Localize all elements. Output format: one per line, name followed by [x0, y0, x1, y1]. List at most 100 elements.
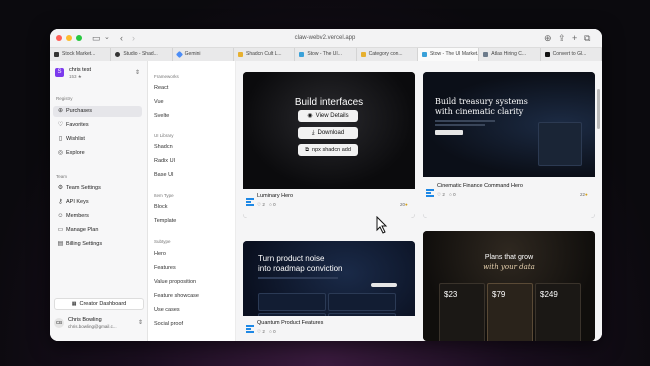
pricing-tier-card: $79	[487, 283, 533, 341]
preview-panel	[538, 122, 582, 166]
main-scrollbar[interactable]	[597, 89, 600, 129]
card-preview: Build treasury systems with cinematic cl…	[423, 72, 595, 177]
address-bar[interactable]: claw-webv2.vercel.app	[250, 33, 400, 43]
chevron-down-icon[interactable]: ⌄	[104, 32, 110, 44]
card-preview: Build interfaces ◉ View Details ⤓ Download…	[243, 72, 415, 189]
copy-icon: ⧉	[305, 147, 310, 153]
minimize-window-button[interactable]	[66, 35, 72, 41]
sidebar-toggle-icon[interactable]: ▭	[92, 32, 101, 44]
pricing-tier-card: $23	[439, 283, 485, 341]
filter-option[interactable]: Feature showcase	[154, 293, 199, 299]
new-tab-icon[interactable]: +	[572, 32, 577, 44]
card-price: 22●	[580, 192, 588, 197]
download-button[interactable]: ⤓ Download	[298, 127, 358, 139]
forward-icon[interactable]: ›	[132, 32, 135, 44]
stow-logo-icon	[246, 320, 254, 333]
tab-atlas[interactable]: Atlas Hiring C...	[479, 48, 541, 61]
preview-text-line	[435, 120, 495, 122]
preview-headline: Turn product noise	[258, 254, 325, 263]
tier-price: $23	[444, 290, 458, 299]
card-title: Cinematic Finance Command Hero	[437, 183, 523, 189]
sidebar-item-favorites[interactable]: ♡ Favorites	[53, 120, 142, 131]
card-icon: ▭	[57, 227, 64, 233]
filter-option[interactable]: Hero	[154, 251, 166, 257]
filter-option[interactable]: Vue	[154, 99, 164, 105]
avatar: CB	[54, 318, 64, 328]
sidebar-item-api-keys[interactable]: ⚷ API Keys	[53, 197, 142, 208]
tab-shadcn-cult[interactable]: Shadcn Cult L...	[234, 48, 296, 61]
tab-category[interactable]: Category con...	[357, 48, 418, 61]
filter-option[interactable]: Template	[154, 218, 176, 224]
download-icon: ⤓	[311, 130, 315, 136]
product-card-luminary-hero[interactable]: Build interfaces ◉ View Details ⤓ Download…	[243, 72, 415, 218]
filter-option[interactable]: Social proof	[154, 321, 183, 327]
coin-icon: ●	[585, 192, 588, 197]
filter-option[interactable]: Svelte	[154, 113, 169, 119]
sidebar-item-wishlist[interactable]: ▯ Wishlist	[53, 134, 142, 145]
filter-option[interactable]: Base UI	[154, 172, 174, 178]
tab-studio[interactable]: Studio - Shad...	[111, 48, 173, 61]
comment-icon: ○	[269, 202, 272, 207]
maximize-window-button[interactable]	[76, 35, 82, 41]
user-menu[interactable]: CB Chris Bowling chris.bowling@gmail.c..…	[54, 315, 144, 331]
tier-price: $249	[540, 290, 558, 299]
tab-convert[interactable]: Convert to Gl...	[541, 48, 602, 61]
account-credits: 153 ★	[69, 74, 82, 79]
sidebar-item-manage-plan[interactable]: ▭ Manage Plan	[53, 225, 142, 236]
like-icon: ♡	[257, 329, 262, 334]
atlas-favicon-icon	[483, 52, 489, 57]
shadcn-favicon-icon	[237, 52, 243, 57]
window-controls	[56, 35, 82, 41]
preview-headline: with cinematic clarity	[435, 107, 524, 116]
download-icon[interactable]: ⊕	[544, 32, 552, 44]
card-price: 20●	[400, 202, 408, 207]
filter-option[interactable]: Radix UI	[154, 158, 175, 164]
github-favicon-icon	[115, 52, 121, 57]
stow-favicon-icon	[421, 52, 427, 57]
filter-option[interactable]: Value proposition	[154, 279, 196, 285]
share-icon[interactable]: ⇪	[558, 32, 566, 44]
user-email: chris.bowling@gmail.c...	[68, 324, 117, 329]
sidebar-item-billing-settings[interactable]: ▤ Billing Settings	[53, 239, 142, 250]
sidebar-item-members[interactable]: ☺ Members	[53, 211, 142, 222]
preview-button	[371, 283, 397, 287]
preview-headline: into roadmap conviction	[258, 264, 343, 273]
eye-icon: ◉	[307, 113, 313, 119]
mouse-cursor-icon	[376, 216, 388, 234]
tab-gemini[interactable]: Gemini	[173, 48, 234, 61]
filter-option[interactable]: React	[154, 85, 168, 91]
browser-window: ▭ ⌄ ‹ › claw-webv2.vercel.app ⊕ ⇪ + ⧉ St…	[50, 29, 602, 341]
filter-option[interactable]: Features	[154, 265, 176, 271]
account-switcher[interactable]: S chris test 153 ★ ⇕	[55, 67, 143, 83]
filter-group-item-type: Item Type	[154, 193, 174, 198]
tab-stow-1[interactable]: Stow - The UI...	[295, 48, 357, 61]
pricing-tier-card: $249	[535, 283, 581, 341]
tab-stock-market[interactable]: Stock Market...	[50, 48, 112, 61]
sidebar-item-purchases[interactable]: ⊕ Purchases	[53, 106, 142, 117]
users-icon: ☺	[57, 213, 64, 219]
view-details-button[interactable]: ◉ View Details	[298, 110, 358, 122]
product-card-pricing[interactable]: Plans that grow with your data $23 $79 $…	[423, 231, 595, 341]
section-label-team: Team	[56, 174, 68, 179]
preview-headline: Plans that grow	[484, 254, 534, 261]
sidebar-item-explore[interactable]: ◎ Explore	[53, 148, 142, 159]
filter-option[interactable]: Use cases	[154, 307, 180, 313]
card-stats: ♡ 2 ○ 0	[257, 329, 276, 334]
tab-overview-icon[interactable]: ⧉	[584, 32, 590, 44]
close-window-button[interactable]	[56, 35, 62, 41]
copy-command-button[interactable]: ⧉ npx shadcn add	[298, 144, 358, 156]
account-avatar: S	[55, 68, 64, 77]
coin-icon: ●	[405, 202, 408, 207]
creator-dashboard-button[interactable]: ▦ Creator Dashboard	[54, 298, 144, 310]
convert-favicon-icon	[544, 52, 550, 57]
tab-stow-active[interactable]: Stow - The UI Market...	[417, 48, 480, 61]
back-icon[interactable]: ‹	[120, 32, 123, 44]
product-card-cinematic-finance[interactable]: Build treasury systems with cinematic cl…	[423, 72, 595, 218]
sidebar-item-team-settings[interactable]: ⚙ Team Settings	[53, 183, 142, 194]
preview-headline: with your data	[483, 263, 535, 271]
wallet-icon: ▤	[57, 241, 64, 247]
filter-option[interactable]: Shadcn	[154, 144, 173, 150]
filter-option[interactable]: Block	[154, 204, 167, 210]
chevron-updown-icon: ⇕	[138, 320, 144, 326]
tier-price: $79	[492, 290, 506, 299]
